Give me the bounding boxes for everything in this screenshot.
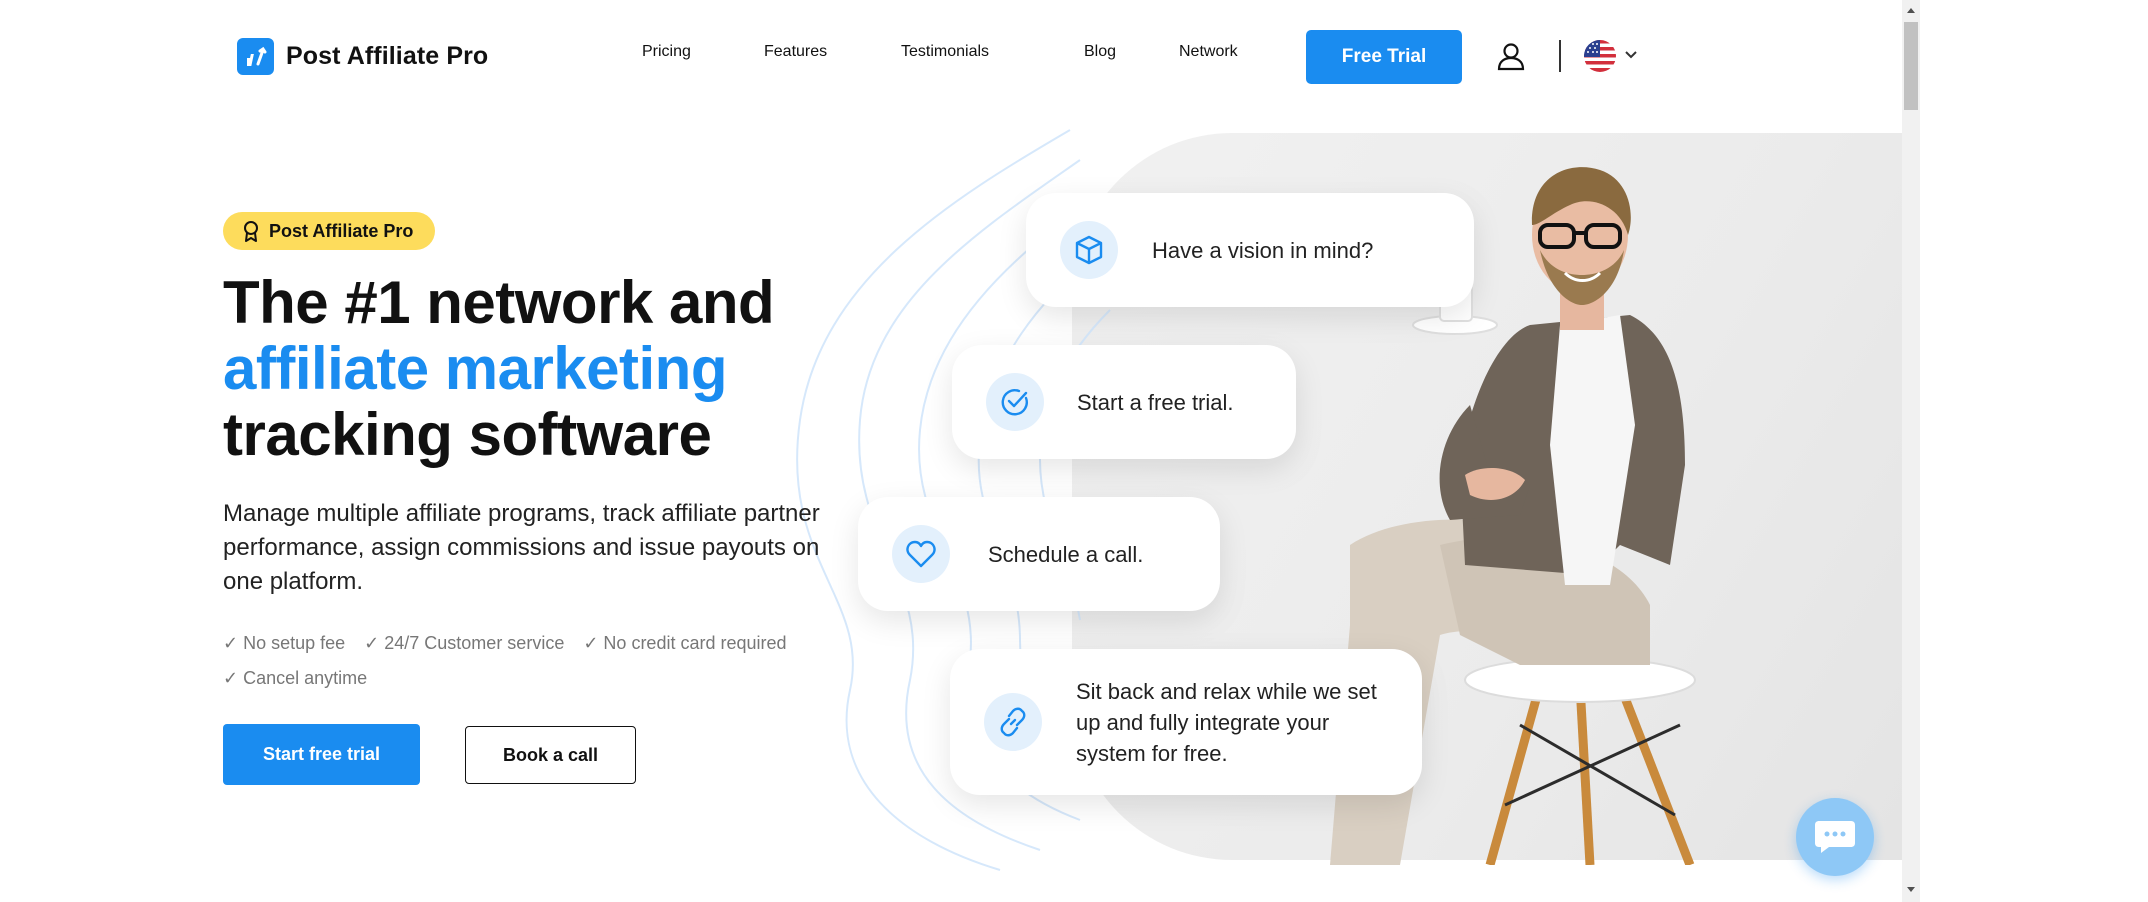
scrollbar-thumb[interactable] bbox=[1904, 22, 1918, 110]
vertical-scrollbar[interactable] bbox=[1902, 0, 1920, 902]
chat-bubble-icon bbox=[1815, 821, 1855, 853]
step-text: Sit back and relax while we set up and f… bbox=[1076, 678, 1377, 766]
start-free-trial-button[interactable]: Start free trial bbox=[223, 724, 420, 785]
step-card: Have a vision in mind? bbox=[1026, 193, 1474, 307]
chat-widget-button[interactable] bbox=[1796, 798, 1874, 876]
feature-list: ✓ No setup fee ✓ 24/7 Customer service ✓… bbox=[223, 626, 843, 696]
scroll-up-arrow-icon[interactable] bbox=[1904, 4, 1918, 16]
feature-item: ✓ No setup fee bbox=[223, 633, 346, 653]
us-flag-icon[interactable] bbox=[1584, 40, 1616, 72]
nav-features[interactable]: Features bbox=[764, 43, 827, 61]
cube-icon bbox=[1060, 221, 1118, 279]
step-card: Schedule a call. bbox=[858, 497, 1220, 611]
award-icon bbox=[244, 221, 258, 242]
step-card: Sit back and relax while we set up and f… bbox=[950, 649, 1422, 795]
user-icon[interactable] bbox=[1496, 41, 1526, 71]
badge-label: Post Affiliate Pro bbox=[269, 220, 414, 241]
nav-network[interactable]: Network bbox=[1179, 43, 1238, 61]
book-a-call-button[interactable]: Book a call bbox=[465, 726, 636, 784]
check-circle-icon bbox=[986, 373, 1044, 431]
feature-item: ✓ 24/7 Customer service bbox=[364, 633, 565, 653]
nav-pricing[interactable]: Pricing bbox=[642, 43, 691, 61]
step-text: Have a vision in mind? bbox=[1152, 237, 1374, 263]
feature-item: ✓ No credit card required bbox=[583, 633, 787, 653]
step-text: Schedule a call. bbox=[988, 541, 1144, 567]
headline-line-3: tracking software bbox=[223, 401, 712, 468]
product-badge: Post Affiliate Pro bbox=[223, 212, 436, 250]
step-text: Start a free trial. bbox=[1077, 389, 1234, 415]
free-trial-button[interactable]: Free Trial bbox=[1306, 30, 1462, 84]
hero-headline: The #1 network and affiliate marketing t… bbox=[223, 269, 775, 468]
link-icon bbox=[984, 693, 1042, 751]
scroll-down-arrow-icon[interactable] bbox=[1904, 884, 1918, 896]
logo[interactable]: Post Affiliate Pro bbox=[237, 38, 488, 75]
headline-line-2: affiliate marketing bbox=[223, 335, 728, 402]
logo-text: Post Affiliate Pro bbox=[286, 42, 489, 70]
hero-description: Manage multiple affiliate programs, trac… bbox=[223, 500, 820, 595]
step-card: Start a free trial. bbox=[952, 345, 1296, 459]
header-divider bbox=[1559, 40, 1561, 72]
chevron-down-icon[interactable] bbox=[1622, 46, 1640, 64]
page: Post Affiliate Pro Pricing Features Test… bbox=[0, 0, 1920, 902]
logo-icon bbox=[237, 38, 274, 75]
feature-item: ✓ Cancel anytime bbox=[223, 668, 368, 688]
nav-testimonials[interactable]: Testimonials bbox=[901, 43, 989, 61]
headline-line-1: The #1 network and bbox=[223, 269, 775, 336]
heart-icon bbox=[892, 525, 950, 583]
nav-blog[interactable]: Blog bbox=[1084, 43, 1116, 61]
